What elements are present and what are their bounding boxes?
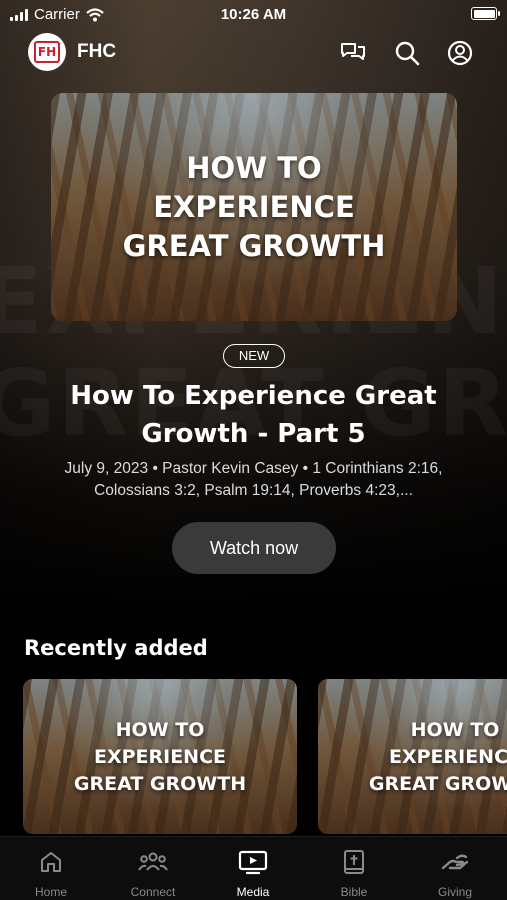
tab-giving[interactable]: Giving (405, 847, 505, 899)
clock: 10:26 AM (220, 6, 287, 23)
battery-icon (471, 7, 500, 20)
media-card[interactable]: HOW TO EXPERIENCE GREAT GROWTH (23, 679, 297, 834)
giving-hand-icon (405, 847, 505, 877)
logo-mark: FH (34, 41, 60, 63)
watch-now-button[interactable]: Watch now (172, 522, 336, 574)
tab-label: Home (34, 885, 67, 899)
tv-icon (203, 847, 303, 877)
tab-home[interactable]: Home (1, 847, 101, 899)
featured-title: How To Experience Great Growth - Part 5 (70, 381, 437, 449)
tab-label: Bible (340, 885, 368, 899)
tab-bible[interactable]: Bible (304, 847, 404, 899)
recently-added-rail[interactable]: HOW TO EXPERIENCE GREAT GROWTH HOW TO EX… (0, 679, 507, 834)
artwork-title: HOW TO EXPERIENCE GREAT GROWTH (368, 719, 507, 795)
tab-label: Connect (130, 885, 176, 899)
new-badge: NEW (223, 344, 285, 368)
artwork-title: HOW TO EXPERIENCE GREAT GROWTH (73, 719, 247, 795)
artwork-title: HOW TO EXPERIENCE GREAT GROWTH (122, 151, 386, 263)
bible-icon (304, 847, 404, 877)
tab-media[interactable]: Media (203, 847, 303, 899)
church-logo[interactable]: FH (28, 33, 66, 71)
featured-sermon-artwork[interactable]: HOW TO EXPERIENCE GREAT GROWTH (51, 93, 457, 321)
people-icon (103, 847, 203, 877)
featured-meta: July 9, 2023 • Pastor Kevin Casey • 1 Co… (64, 460, 443, 499)
search-icon[interactable] (392, 38, 422, 68)
chat-icon[interactable] (338, 38, 368, 68)
profile-icon[interactable] (445, 38, 475, 68)
app-header: FH FHC (0, 32, 507, 74)
recently-added-heading: Recently added (24, 636, 208, 660)
tab-label: Media (236, 885, 270, 899)
status-bar: Carrier 10:26 AM (0, 0, 507, 30)
tab-label: Giving (437, 885, 472, 899)
home-icon (1, 847, 101, 877)
tab-bar: Home Connect Media Bible Giving (0, 836, 507, 900)
app-title: FHC (77, 41, 117, 62)
media-card[interactable]: HOW TO EXPERIENCE GREAT GROWTH (318, 679, 507, 834)
tab-connect[interactable]: Connect (103, 847, 203, 899)
